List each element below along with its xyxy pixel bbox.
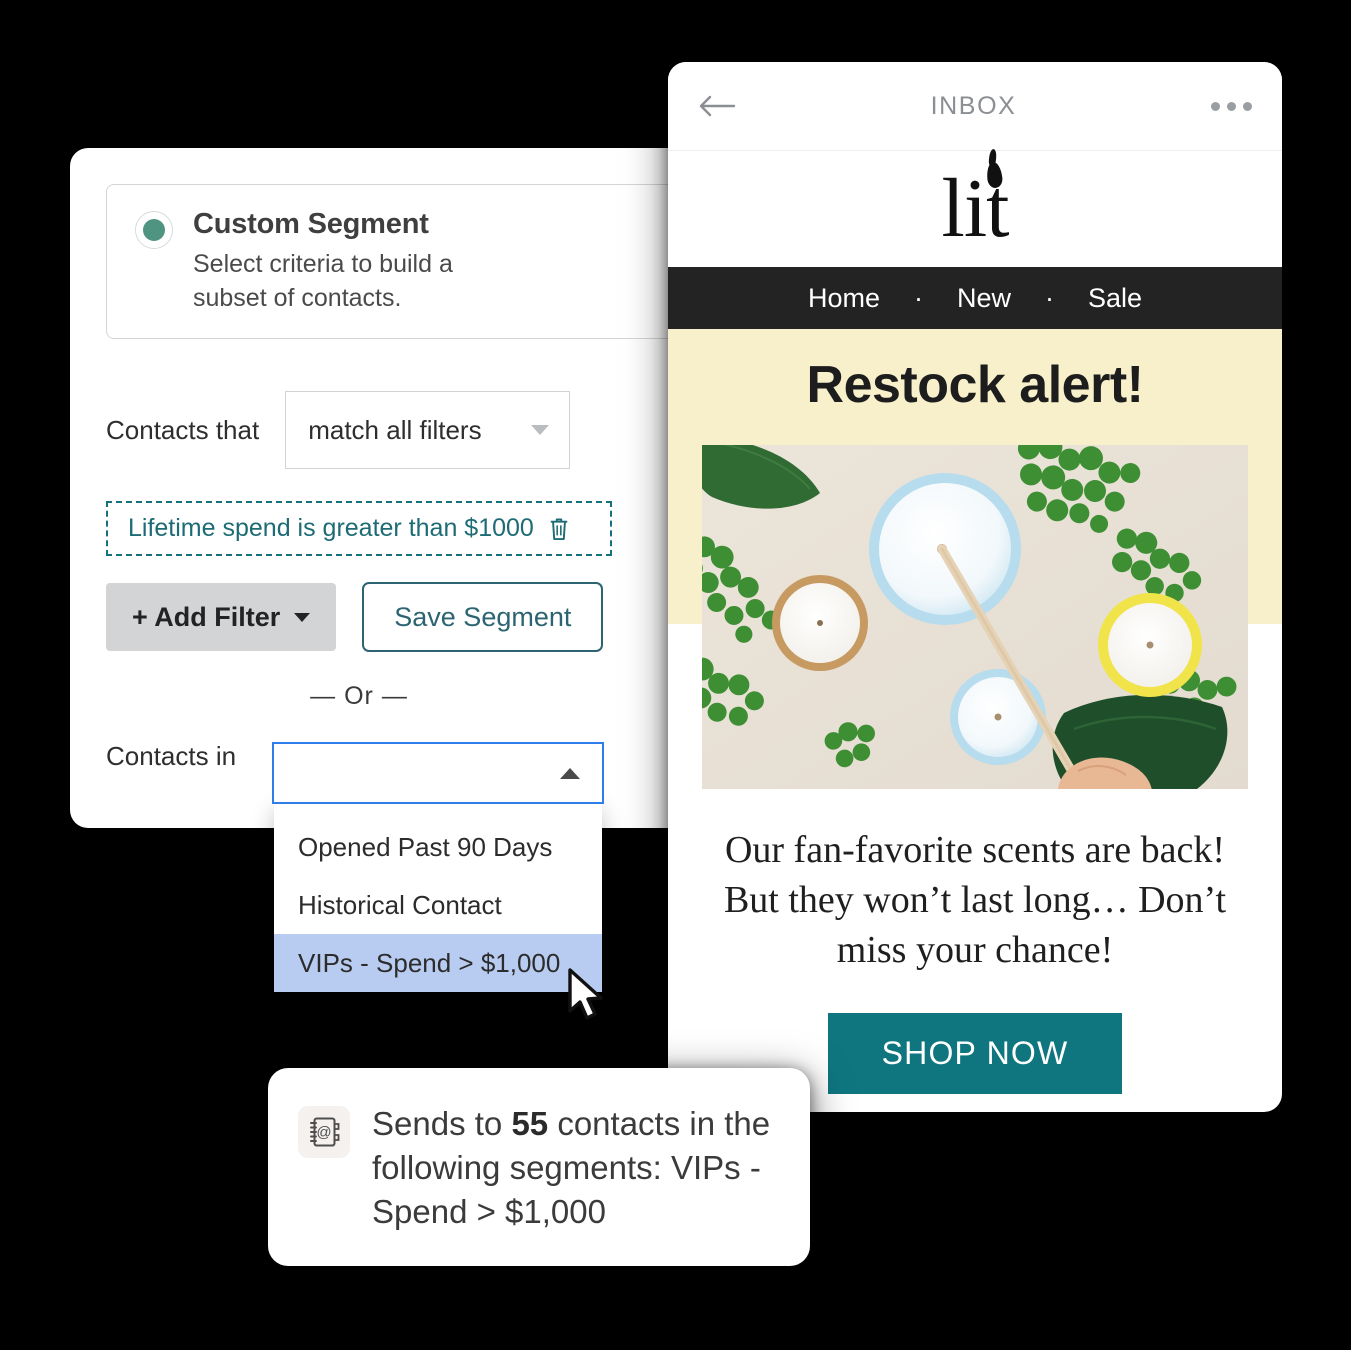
dropdown-option-label: VIPs - Spend > $1,000 (298, 947, 561, 978)
candles-photo-art (702, 445, 1248, 789)
dropdown-option-opened-past-90-days[interactable]: Opened Past 90 Days (274, 818, 602, 876)
sends-prefix: Sends to (372, 1105, 512, 1142)
sends-count: 55 (511, 1105, 549, 1142)
arrow-left-icon[interactable] (698, 94, 736, 118)
match-mode-value: match all filters (308, 414, 482, 445)
dropdown-option-label: Historical Contact (298, 889, 502, 920)
nav-separator: · (913, 282, 923, 313)
ellipsis-icon[interactable] (1211, 101, 1252, 111)
sends-to-text: Sends to 55 contacts in the following se… (372, 1102, 772, 1266)
lit-logo: lit (941, 161, 1010, 251)
radio-dot (143, 219, 165, 241)
or-divider-label: — Or — (310, 682, 408, 710)
email-body-copy: Our fan-favorite scents are back! But th… (668, 789, 1282, 976)
svg-text:@: @ (316, 1124, 331, 1141)
add-filter-button[interactable]: + Add Filter (106, 583, 337, 651)
match-mode-select[interactable]: match all filters (285, 391, 571, 469)
dropdown-option-label: Opened Past 90 Days (298, 831, 553, 862)
segment-builder-panel: Custom Segment Select criteria to build … (70, 148, 690, 828)
email-preview-panel: INBOX lit Home · New · Sale Restock aler… (668, 62, 1282, 1112)
address-book-icon: @ (298, 1106, 350, 1158)
brand-logo-area: lit (668, 151, 1282, 267)
custom-segment-texts: Custom Segment Select criteria to build … (193, 207, 523, 338)
nav-separator: · (1045, 282, 1054, 313)
chevron-up-icon (560, 767, 580, 779)
custom-segment-title: Custom Segment (193, 208, 429, 240)
restock-alert-band: Restock alert! (668, 329, 1282, 445)
segment-dropdown-list: Opened Past 90 Days Historical Contact V… (274, 804, 602, 992)
restock-alert-headline: Restock alert! (806, 356, 1144, 414)
trash-icon[interactable] (548, 517, 570, 541)
save-segment-label: Save Segment (394, 601, 572, 632)
or-divider: — Or — (106, 682, 612, 711)
dropdown-option-vips-spend[interactable]: VIPs - Spend > $1,000 (274, 934, 602, 992)
hero-image-wrap (668, 445, 1282, 789)
address-book-glyph: @ (310, 1117, 340, 1147)
inbox-title: INBOX (930, 91, 1017, 120)
contacts-in-select[interactable] (272, 742, 604, 804)
mouse-pointer-icon (568, 968, 603, 1020)
custom-segment-option[interactable]: Custom Segment Select criteria to build … (106, 184, 690, 339)
candles-flat-lay-photo (702, 445, 1248, 789)
email-body-text: Our fan-favorite scents are back! But th… (723, 829, 1227, 972)
segment-builder-body: Custom Segment Select criteria to build … (70, 148, 690, 772)
chevron-down-icon (531, 425, 550, 435)
shop-now-button[interactable]: SHOP NOW (827, 1013, 1123, 1095)
custom-segment-subtitle: Select criteria to build a subset of con… (193, 250, 453, 313)
contacts-that-label: Contacts that (106, 414, 260, 445)
sends-to-contacts-card: @ Sends to 55 contacts in the following … (268, 1068, 810, 1266)
nav-item-sale[interactable]: Sale (1088, 283, 1142, 314)
save-segment-button[interactable]: Save Segment (362, 582, 604, 652)
dropdown-option-historical-contact[interactable]: Historical Contact (274, 876, 602, 934)
chevron-down-icon (294, 612, 311, 622)
match-filters-row: Contacts that match all filters (106, 391, 690, 469)
filter-chip-label: Lifetime spend is greater than $1000 (128, 514, 534, 542)
contacts-in-label: Contacts in (106, 741, 237, 771)
inbox-header: INBOX (668, 62, 1282, 151)
segment-action-buttons: + Add Filter Save Segment (106, 582, 690, 652)
add-filter-label: + Add Filter (132, 601, 281, 632)
nav-item-home[interactable]: Home (808, 283, 880, 314)
nav-item-new[interactable]: New (957, 283, 1011, 314)
email-nav: Home · New · Sale (668, 267, 1282, 329)
filter-chip-lifetime-spend[interactable]: Lifetime spend is greater than $1000 (106, 501, 612, 556)
radio-selected-icon[interactable] (135, 211, 173, 249)
